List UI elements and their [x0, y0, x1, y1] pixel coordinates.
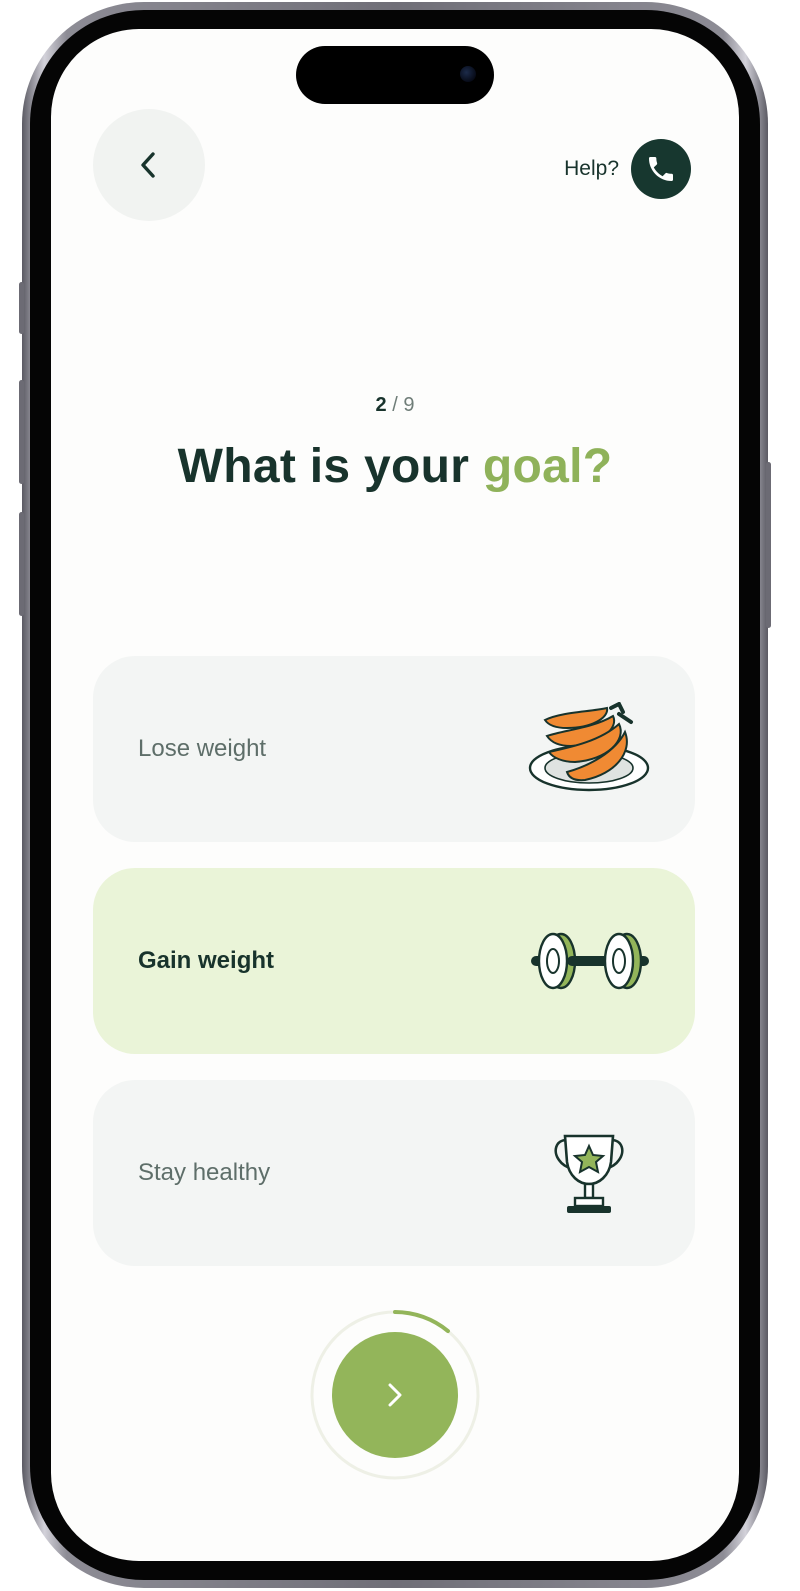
title-main: What is your — [177, 440, 470, 493]
option-label: Lose weight — [138, 735, 267, 762]
dumbbell-icon — [531, 932, 649, 990]
trophy-icon — [554, 1134, 624, 1213]
option-gain-weight[interactable]: Gain weight — [93, 868, 695, 1054]
title-accent: goal? — [482, 440, 613, 493]
page-title: What is your goal? — [51, 439, 739, 494]
back-button[interactable] — [93, 109, 205, 221]
volume-up-button — [19, 380, 24, 484]
help-label: Help? — [564, 157, 619, 180]
step-total: 9 — [403, 394, 415, 416]
app-screen: Help? 2 / 9 What is your goal? Lose weig… — [51, 29, 739, 1561]
volume-down-button — [19, 512, 24, 616]
option-label: Gain weight — [138, 947, 275, 974]
chevron-left-icon — [141, 152, 155, 178]
phone-icon — [649, 157, 673, 181]
bananas-icon — [528, 702, 650, 792]
power-button — [766, 462, 771, 628]
call-support-button[interactable] — [631, 139, 691, 199]
step-separator: / — [392, 394, 398, 416]
camera-lens — [460, 66, 476, 82]
chevron-right-icon — [388, 1383, 402, 1407]
option-stay-healthy[interactable]: Stay healthy — [93, 1080, 695, 1266]
next-button-wrapper — [309, 1309, 481, 1481]
option-lose-weight[interactable]: Lose weight — [93, 656, 695, 842]
help-section: Help? — [564, 139, 691, 199]
dynamic-island — [296, 46, 494, 104]
option-label: Stay healthy — [138, 1159, 271, 1186]
step-current: 2 — [375, 394, 387, 416]
next-button[interactable] — [332, 1332, 458, 1458]
action-button — [19, 282, 24, 334]
step-indicator: 2 / 9 — [51, 394, 739, 417]
